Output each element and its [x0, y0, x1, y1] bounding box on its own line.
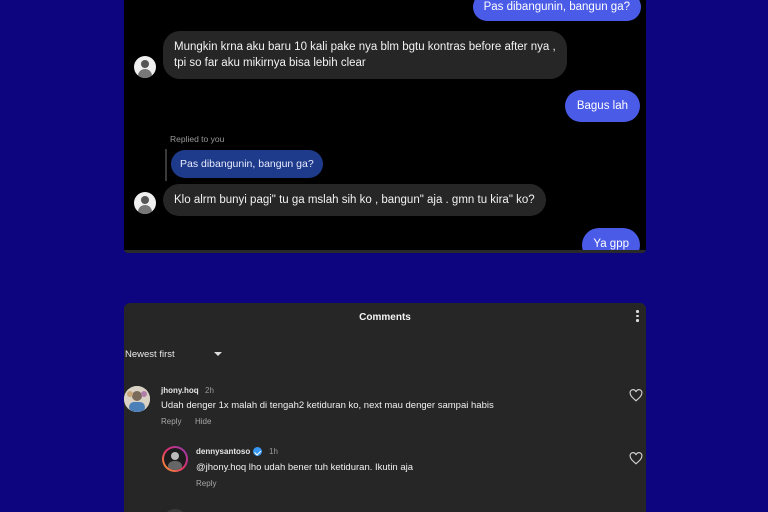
- dm-chat-panel: Pas dibangunin, bangun ga? Mungkin krna …: [124, 0, 646, 253]
- comment-time: 1h: [269, 447, 278, 456]
- replied-to-label: Replied to you: [170, 134, 225, 144]
- comments-sheet: Comments Newest first jhony.hoq 2h Udah …: [124, 303, 646, 512]
- message-incoming[interactable]: Mungkin krna aku baru 10 kali pake nya b…: [163, 31, 567, 79]
- message-outgoing[interactable]: Pas dibangunin, bangun ga?: [472, 0, 641, 21]
- sort-label[interactable]: Newest first: [125, 349, 175, 360]
- message-outgoing[interactable]: Bagus lah: [564, 90, 640, 122]
- divider: [124, 250, 646, 253]
- avatar[interactable]: [162, 446, 188, 472]
- heart-icon[interactable]: [629, 389, 643, 402]
- message-text: Pas dibangunin, bangun ga?: [483, 1, 630, 13]
- avatar[interactable]: [124, 386, 150, 412]
- heart-icon[interactable]: [629, 452, 643, 465]
- chevron-down-icon[interactable]: [214, 352, 222, 356]
- hide-button[interactable]: Hide: [195, 417, 211, 426]
- reply-button[interactable]: Reply: [196, 479, 216, 488]
- message-text: Bagus lah: [576, 100, 628, 112]
- message-text: Klo alrm bunyi pagi" tu ga mslah sih ko …: [174, 194, 535, 206]
- reply-button[interactable]: Reply: [161, 417, 181, 426]
- comment-text: @jhony.hoq lho udah bener tuh ketiduran.…: [196, 462, 414, 473]
- reply-quote-bubble[interactable]: Pas dibangunin, bangun ga?: [171, 150, 323, 178]
- message-text-line: tpi so far aku mikirnya bisa lebih clear: [174, 57, 366, 69]
- reply-indicator-bar: [165, 149, 167, 181]
- message-text: Ya gpp: [593, 238, 629, 250]
- comments-title: Comments: [359, 312, 411, 323]
- sender-avatar[interactable]: [134, 56, 156, 78]
- verified-badge-icon: [253, 447, 262, 456]
- comment-text: Udah denger 1x malah di tengah2 ketidura…: [161, 400, 494, 411]
- reply-quote-text: Pas dibangunin, bangun ga?: [180, 158, 314, 170]
- comment-username[interactable]: dennysantoso: [196, 447, 250, 456]
- sender-avatar[interactable]: [134, 192, 156, 214]
- comment-time: 2h: [205, 386, 214, 395]
- message-incoming[interactable]: Klo alrm bunyi pagi" tu ga mslah sih ko …: [163, 184, 546, 216]
- more-vertical-icon[interactable]: [636, 310, 640, 324]
- message-text-line: Mungkin krna aku baru 10 kali pake nya b…: [174, 41, 556, 53]
- comment-username[interactable]: jhony.hoq: [161, 386, 199, 395]
